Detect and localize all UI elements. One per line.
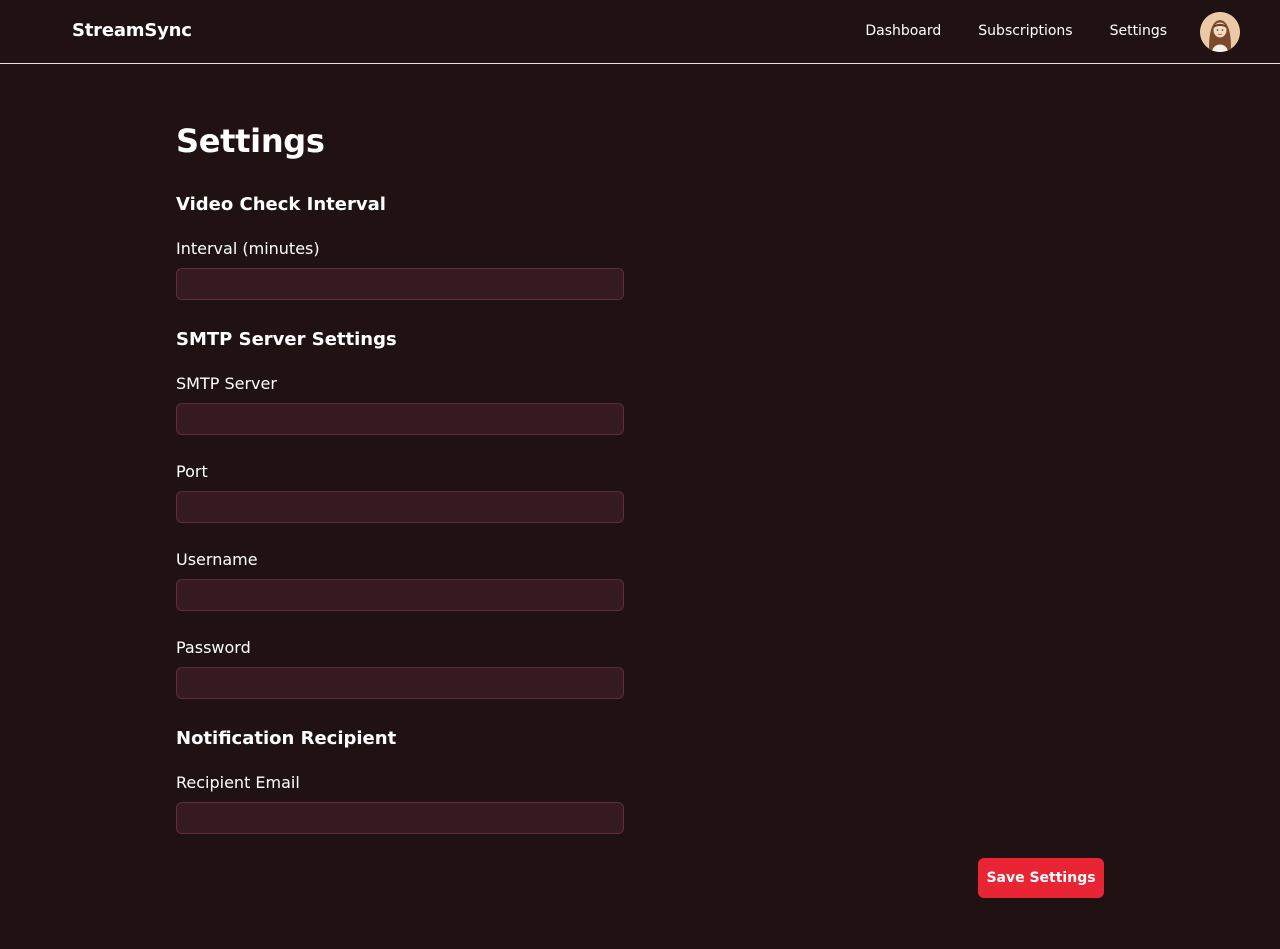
port-input[interactable] (176, 491, 624, 523)
password-input[interactable] (176, 667, 624, 699)
section-title-smtp: SMTP Server Settings (176, 329, 397, 350)
interval-input[interactable] (176, 268, 624, 300)
page-title: Settings (176, 122, 325, 160)
section-title-notification: Notification Recipient (176, 728, 397, 749)
user-avatar-icon[interactable] (1200, 12, 1240, 52)
brand-logo-text[interactable]: StreamSync (72, 20, 192, 41)
nav-dashboard[interactable]: Dashboard (865, 23, 941, 39)
avatar-portrait-icon (1200, 12, 1240, 52)
port-label: Port (176, 462, 208, 481)
recipient-email-input[interactable] (176, 802, 624, 834)
smtp-server-input[interactable] (176, 403, 624, 435)
username-label: Username (176, 550, 258, 569)
section-title-interval: Video Check Interval (176, 194, 386, 215)
top-navigation-bar: StreamSync Dashboard Subscriptions Setti… (0, 0, 1280, 64)
password-label: Password (176, 638, 251, 657)
nav-subscriptions[interactable]: Subscriptions (978, 23, 1072, 39)
interval-label: Interval (minutes) (176, 239, 320, 258)
username-input[interactable] (176, 579, 624, 611)
smtp-server-label: SMTP Server (176, 374, 277, 393)
save-settings-button[interactable]: Save Settings (978, 858, 1104, 898)
main-nav: Dashboard Subscriptions Settings (828, 23, 1167, 39)
recipient-email-label: Recipient Email (176, 773, 300, 792)
nav-settings[interactable]: Settings (1110, 23, 1167, 39)
